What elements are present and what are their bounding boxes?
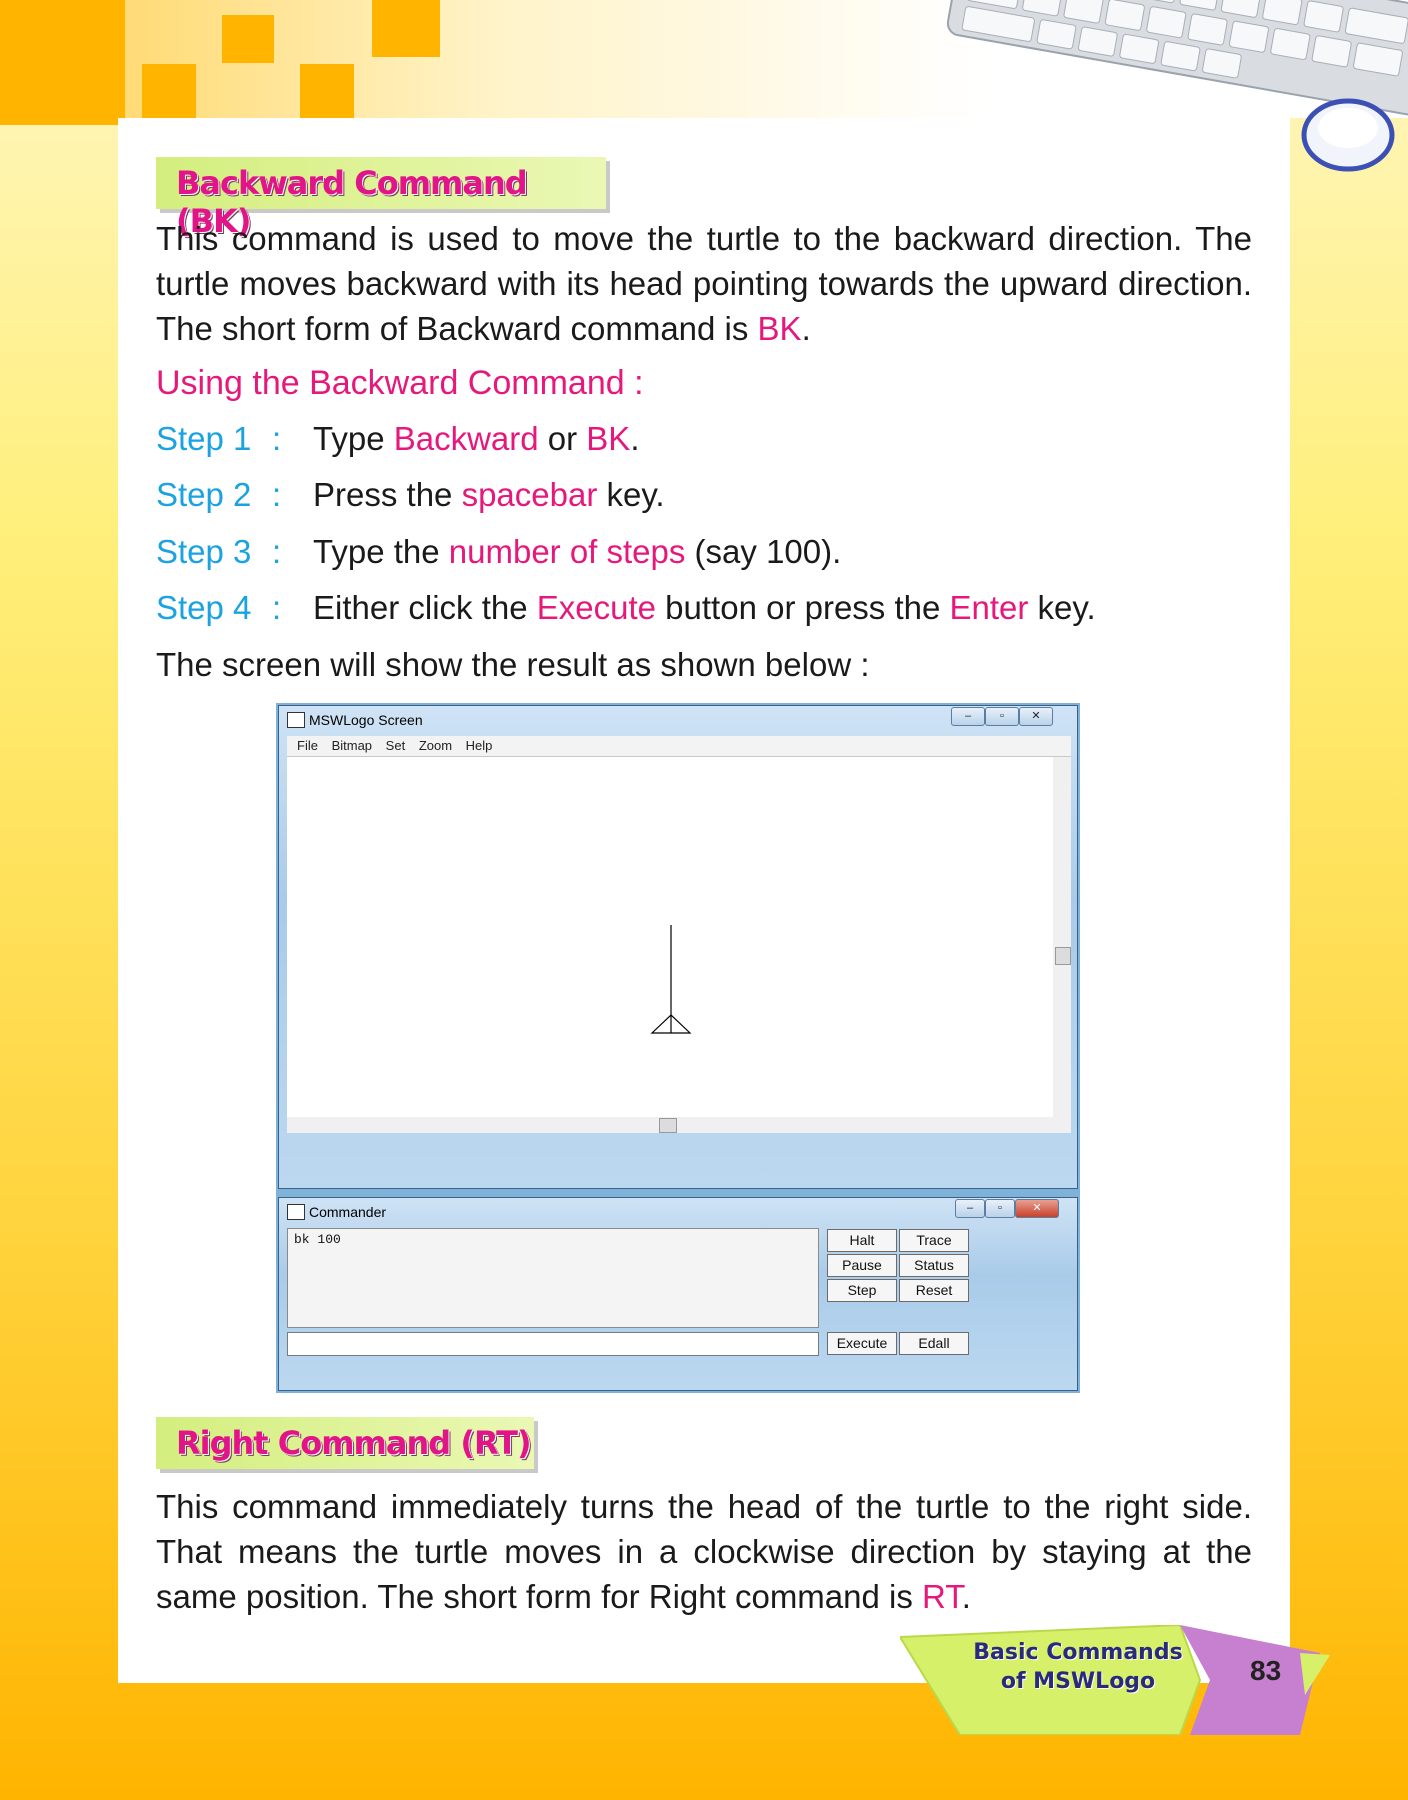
- execute-button[interactable]: Execute: [827, 1332, 897, 1355]
- section-heading-backward: Backward Command (BK): [156, 157, 606, 240]
- decor-square: [372, 0, 440, 57]
- right-description: This command immediately turns the head …: [156, 1488, 1252, 1615]
- close-button[interactable]: ✕: [1015, 1199, 1059, 1218]
- section-heading-right: Right Command (RT): [156, 1417, 534, 1469]
- window-title: MSWLogo Screen: [309, 712, 423, 728]
- menu-zoom[interactable]: Zoom: [419, 738, 452, 753]
- menu-set[interactable]: Set: [386, 738, 406, 753]
- pause-button[interactable]: Pause: [827, 1254, 897, 1277]
- command-history[interactable]: bk 100: [287, 1228, 819, 1328]
- step-button[interactable]: Step: [827, 1279, 897, 1302]
- app-icon: [287, 1204, 305, 1220]
- app-icon: [287, 712, 305, 728]
- scroll-thumb[interactable]: [1055, 947, 1071, 965]
- vertical-scrollbar[interactable]: [1053, 757, 1071, 1117]
- scroll-thumb[interactable]: [659, 1118, 677, 1133]
- backward-description: This command is used to move the turtle …: [156, 220, 1252, 347]
- menu-bitmap[interactable]: Bitmap: [332, 738, 372, 753]
- commander-window: Commander – ▫ ✕ bk 100 Halt Trace Pause …: [278, 1197, 1078, 1391]
- halt-button[interactable]: Halt: [827, 1229, 897, 1252]
- result-intro: The screen will show the result as shown…: [156, 646, 870, 683]
- subheading-using-backward: Using the Backward Command :: [156, 364, 644, 402]
- page-number: 83: [1250, 1655, 1282, 1686]
- turtle-canvas[interactable]: [287, 757, 1053, 1117]
- abbr-bk: BK: [757, 310, 802, 347]
- commander-title: Commander: [309, 1204, 387, 1220]
- horizontal-scrollbar[interactable]: [287, 1117, 1071, 1133]
- menu-help[interactable]: Help: [466, 738, 493, 753]
- menu-bar: File Bitmap Set Zoom Help: [287, 736, 1071, 757]
- mswlogo-screenshot: MSWLogo Screen – ▫ ✕ File Bitmap Set Zoo…: [276, 703, 1080, 1393]
- turtle-drawing: [650, 925, 692, 1034]
- command-input[interactable]: [287, 1332, 819, 1356]
- maximize-button[interactable]: ▫: [985, 1199, 1015, 1218]
- decor-square: [300, 64, 354, 118]
- trace-button[interactable]: Trace: [899, 1229, 969, 1252]
- menu-file[interactable]: File: [297, 738, 318, 753]
- abbr-rt: RT: [922, 1578, 962, 1615]
- status-button[interactable]: Status: [899, 1254, 969, 1277]
- decor-square: [142, 64, 196, 118]
- close-button[interactable]: ✕: [1019, 707, 1053, 726]
- minimize-button[interactable]: –: [951, 707, 985, 726]
- minimize-button[interactable]: –: [955, 1199, 985, 1218]
- chapter-tab-label: Basic Commands of MSWLogo: [973, 1640, 1183, 1694]
- decor-square: [0, 0, 125, 125]
- maximize-button[interactable]: ▫: [985, 707, 1019, 726]
- reset-button[interactable]: Reset: [899, 1279, 969, 1302]
- mswlogo-screen-window: MSWLogo Screen – ▫ ✕ File Bitmap Set Zoo…: [278, 705, 1078, 1189]
- decor-square: [222, 15, 274, 63]
- command-history-text: bk 100: [294, 1232, 341, 1247]
- edall-button[interactable]: Edall: [899, 1332, 969, 1355]
